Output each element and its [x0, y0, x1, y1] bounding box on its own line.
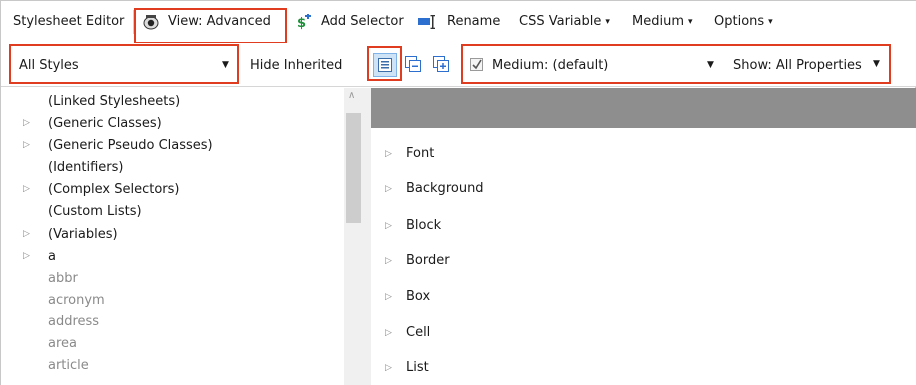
property-category-label: List: [406, 360, 429, 375]
properties-header-bar: [371, 88, 916, 128]
stylesheet-editor-window: Stylesheet Editor View: Advanced $ Add S…: [0, 0, 916, 385]
property-category[interactable]: ▷ Border: [371, 250, 671, 272]
tree-item[interactable]: (Custom Lists): [1, 201, 341, 222]
tree-item-label: acronym: [48, 293, 105, 308]
tree-item-label: (Linked Stylesheets): [48, 94, 181, 109]
property-category-label: Cell: [406, 325, 431, 340]
tree-item-label: (Variables): [48, 227, 118, 242]
expand-arrow-icon[interactable]: ▷: [23, 135, 30, 156]
highlight-styles-select: [9, 44, 239, 84]
expand-arrow-icon[interactable]: ▷: [385, 143, 392, 165]
rename-icon: [418, 15, 436, 29]
expand-arrow-icon[interactable]: ▷: [23, 113, 30, 134]
tree-item-label: (Generic Pseudo Classes): [48, 138, 213, 153]
tree-item-label: address: [48, 314, 100, 329]
css-variable-label: CSS Variable: [519, 14, 602, 29]
expand-all-button[interactable]: [433, 56, 449, 72]
chevron-down-icon: ▾: [768, 17, 773, 27]
medium-label: Medium: [632, 14, 684, 29]
tree-item[interactable]: article: [1, 355, 341, 376]
collapse-all-icon: [405, 56, 421, 72]
svg-text:$: $: [297, 16, 306, 30]
property-category[interactable]: ▷ Background: [371, 178, 671, 200]
tree-item[interactable]: abbr: [1, 268, 341, 289]
property-category-label: Border: [406, 253, 450, 268]
tree-item-label: abbr: [48, 271, 78, 286]
expand-arrow-icon[interactable]: ▷: [385, 178, 392, 200]
editor-title: Stylesheet Editor: [13, 14, 125, 29]
tree-item[interactable]: ▷ (Complex Selectors): [1, 179, 341, 200]
tree-item[interactable]: address: [1, 311, 341, 332]
medium-dropdown[interactable]: Medium ▾: [632, 12, 693, 32]
tree-item[interactable]: acronym: [1, 290, 341, 311]
expand-arrow-icon[interactable]: ▷: [23, 224, 30, 245]
pane-splitter[interactable]: [363, 88, 371, 385]
tree-item-label: (Generic Classes): [48, 116, 162, 131]
tree-item-label: (Identifiers): [48, 160, 124, 175]
add-selector-icon: $: [296, 14, 312, 30]
expand-arrow-icon[interactable]: ▷: [385, 322, 392, 344]
expand-arrow-icon[interactable]: ▷: [23, 179, 30, 200]
highlight-medium-show: [461, 44, 891, 84]
rename-label: Rename: [447, 14, 501, 29]
property-category[interactable]: ▷ Box: [371, 286, 671, 308]
selector-tree: (Linked Stylesheets) ▷ (Generic Classes) ▷ (…: [1, 88, 363, 385]
add-selector-label: Add Selector: [321, 14, 404, 29]
chevron-down-icon: ▾: [687, 17, 693, 27]
highlight-list-view: [367, 46, 402, 81]
chevron-up-icon[interactable]: ∧: [348, 90, 355, 101]
scrollbar-thumb[interactable]: [346, 113, 361, 223]
highlight-view-button: [134, 8, 287, 44]
expand-arrow-icon[interactable]: ▷: [385, 357, 392, 379]
expand-all-icon: [433, 56, 449, 72]
expand-arrow-icon[interactable]: ▷: [385, 286, 392, 308]
expand-arrow-icon[interactable]: ▷: [385, 215, 392, 237]
options-label: Options: [714, 14, 765, 29]
tree-item-label: article: [48, 358, 89, 373]
tree-item[interactable]: area: [1, 333, 341, 354]
tree-item[interactable]: ▷ (Variables): [1, 224, 341, 245]
options-dropdown[interactable]: Options ▾: [714, 12, 773, 32]
tree-scrollbar[interactable]: ∧: [344, 88, 363, 385]
tree-item[interactable]: ▷ (Generic Pseudo Classes): [1, 135, 341, 156]
property-category[interactable]: ▷ List: [371, 357, 671, 379]
tree-item-label: (Complex Selectors): [48, 182, 180, 197]
tree-item-label: area: [48, 336, 77, 351]
property-category-label: Block: [406, 218, 442, 233]
property-category-label: Font: [406, 146, 435, 161]
tree-item[interactable]: ▷ (Generic Classes): [1, 113, 341, 134]
tree-item-label: a: [48, 249, 56, 264]
collapse-all-button[interactable]: [405, 56, 421, 72]
property-category-label: Box: [406, 289, 431, 304]
property-category[interactable]: ▷ Font: [371, 143, 671, 165]
property-category[interactable]: ▷ Cell: [371, 322, 671, 344]
property-category[interactable]: ▷ Block: [371, 215, 671, 237]
tree-item-label: (Custom Lists): [48, 204, 142, 219]
properties-pane: ▷ Font ▷ Background ▷ Block ▷ Border ▷ Box ▷ Cell ▷ L…: [371, 88, 916, 385]
css-variable-dropdown[interactable]: CSS Variable ▾: [519, 12, 610, 32]
hide-inherited-label: Hide Inherited: [250, 58, 343, 73]
chevron-down-icon: ▾: [605, 17, 610, 27]
expand-arrow-icon[interactable]: ▷: [385, 250, 392, 272]
tree-item[interactable]: ▷ a: [1, 246, 341, 267]
hide-inherited-button[interactable]: Hide Inherited: [250, 56, 342, 76]
property-category-label: Background: [406, 181, 484, 196]
expand-arrow-icon[interactable]: ▷: [23, 246, 30, 267]
tree-item[interactable]: (Identifiers): [1, 157, 341, 178]
tree-item[interactable]: (Linked Stylesheets): [1, 91, 341, 112]
